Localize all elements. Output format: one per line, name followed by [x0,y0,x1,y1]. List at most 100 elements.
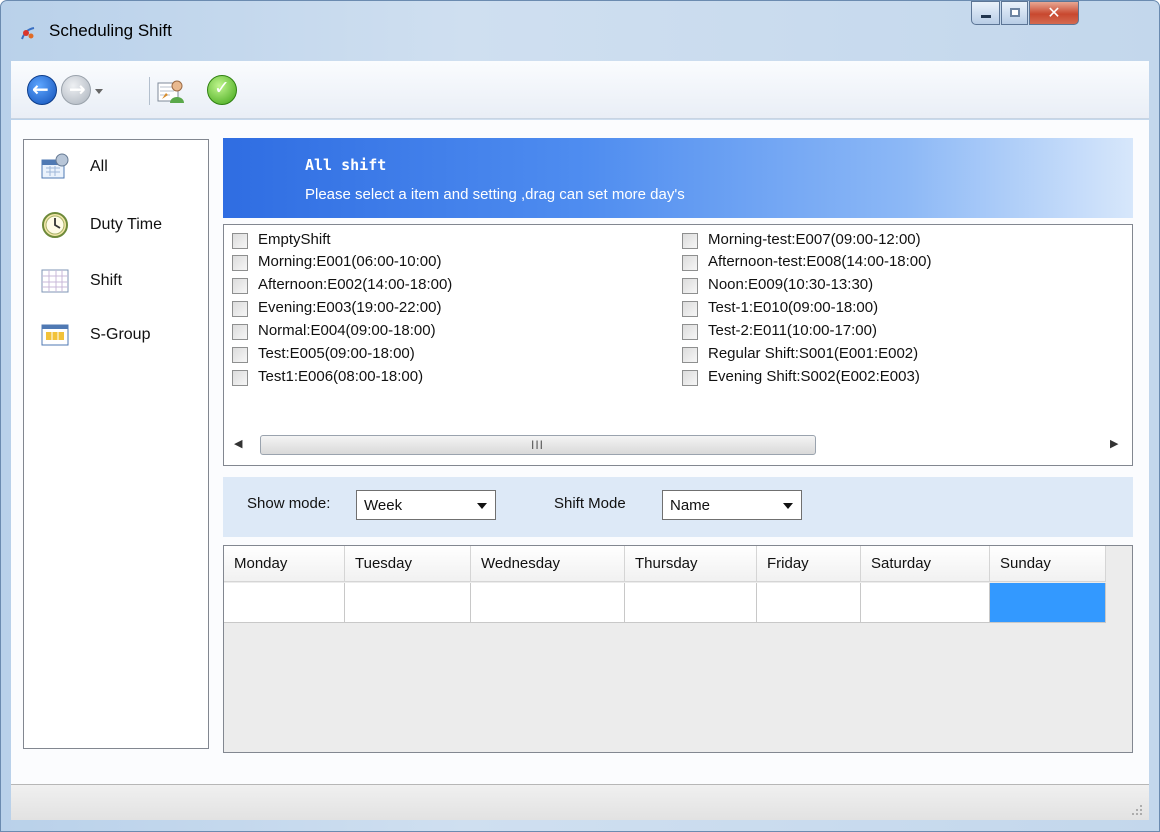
scroll-right-icon[interactable]: ▶ [1110,437,1118,450]
checkbox[interactable] [682,370,698,386]
shift-item-label: EmptyShift [258,231,331,248]
minimize-icon [981,15,991,18]
window-title: Scheduling Shift [49,21,172,40]
scrollbar-grip: III [531,438,545,452]
column-header-monday[interactable]: Monday [224,546,345,582]
window: Scheduling Shift ✕ ← → ✓ All Duty Time S… [0,0,1160,832]
column-header-sunday[interactable]: Sunday [990,546,1106,582]
scrollbar-thumb[interactable]: III [260,435,816,455]
shift-item-label: Test-2:E011(10:00-17:00) [708,322,877,339]
checkbox[interactable] [232,233,248,249]
checkbox[interactable] [232,301,248,317]
show-mode-select[interactable]: Week [356,490,496,520]
back-icon[interactable]: ← [27,75,57,105]
sidebar-item-label: Shift [90,272,123,289]
column-header-thursday[interactable]: Thursday [625,546,757,582]
checkbox[interactable] [682,278,698,294]
maximize-button[interactable] [1001,1,1028,25]
checkbox[interactable] [682,324,698,340]
column-header-label: Thursday [635,555,698,572]
sidebar-item-duty-time[interactable]: Duty Time [38,208,208,246]
shift-item-label: Afternoon-test:E008(14:00-18:00) [708,253,932,270]
column-header-label: Monday [234,555,288,572]
column-header-saturday[interactable]: Saturday [861,546,990,582]
column-header-label: Wednesday [481,555,560,572]
day-cell-wednesday[interactable] [471,583,625,623]
shift-item-label: Test:E005(09:00-18:00) [258,345,415,362]
history-dropdown-icon[interactable] [95,89,103,94]
checkbox[interactable] [682,255,698,271]
banner-title: All shift [305,156,387,174]
sidebar-item-label: Duty Time [90,216,163,233]
shift-item-label: Afternoon:E002(14:00-18:00) [258,276,453,293]
horizontal-scrollbar[interactable]: ◀ III ▶ [224,433,1132,457]
toolbar: ← → ✓ [11,61,1149,119]
checkbox[interactable] [232,370,248,386]
day-cell-thursday[interactable] [625,583,757,623]
checkbox[interactable] [682,233,698,249]
close-button[interactable]: ✕ [1029,1,1079,25]
day-cell-friday[interactable] [757,583,861,623]
shift-item-label: Morning-test:E007(09:00-12:00) [708,231,921,248]
column-header-tuesday[interactable]: Tuesday [345,546,471,582]
day-cell-saturday[interactable] [861,583,990,623]
shift-item-label: Regular Shift:S001(E001:E002) [708,345,919,362]
mode-bar: Show mode: Week Shift Mode Name [223,477,1133,537]
column-header-wednesday[interactable]: Wednesday [471,546,625,582]
day-cell-monday[interactable] [224,583,345,623]
sidebar-item-label: S-Group [90,326,151,343]
show-mode-value: Week [364,497,403,514]
title-bar[interactable]: Scheduling Shift ✕ [1,1,1159,59]
shift-mode-value: Name [670,497,711,514]
sidebar-item-shift[interactable]: Shift [38,264,208,302]
shift-item-label: Morning:E001(06:00-10:00) [258,253,442,270]
day-cell-tuesday[interactable] [345,583,471,623]
shift-grid-icon [41,269,69,293]
checkbox[interactable] [682,301,698,317]
chevron-down-icon [783,503,793,509]
checkbox[interactable] [232,255,248,271]
shift-item-label: Evening Shift:S002(E002:E003) [708,368,920,385]
week-grid: Monday Tuesday Wednesday Thursday Friday… [223,545,1133,753]
sidebar: All Duty Time Shift S-Group [23,139,209,749]
shift-item-label: Evening:E003(19:00-22:00) [258,299,442,316]
shift-mode-label: Shift Mode [554,495,626,512]
resize-grip-icon[interactable] [1131,804,1143,816]
edit-user-icon[interactable] [156,77,186,105]
banner-subtitle: Please select a item and setting ,drag c… [305,186,685,203]
show-mode-label: Show mode: [247,495,331,512]
chevron-down-icon [477,503,487,509]
shift-group-icon [41,324,69,346]
checkbox[interactable] [232,324,248,340]
sidebar-item-all[interactable]: All [38,150,208,188]
column-header-friday[interactable]: Friday [757,546,861,582]
clock-icon [42,212,68,238]
shift-item-label: Test-1:E010(09:00-18:00) [708,299,879,316]
close-icon: ✕ [1047,3,1061,22]
scroll-left-icon[interactable]: ◀ [234,437,242,450]
confirm-check-icon[interactable]: ✓ [207,75,237,105]
column-header-label: Sunday [1000,555,1051,572]
toolbar-separator [149,77,150,105]
shift-item-label: Test1:E006(08:00-18:00) [258,368,424,385]
checkbox[interactable] [682,347,698,363]
column-header-label: Tuesday [355,555,412,572]
column-header-label: Saturday [871,555,932,572]
shift-checklist: EmptyShift Morning:E001(06:00-10:00) Aft… [223,224,1133,466]
minimize-button[interactable] [971,1,1000,25]
header-banner: All shift Please select a item and setti… [223,138,1133,218]
column-header-label: Friday [767,555,809,572]
app-icon [21,27,35,40]
checkbox[interactable] [232,278,248,294]
sidebar-item-label: All [90,158,108,175]
shift-mode-select[interactable]: Name [662,490,802,520]
checkbox[interactable] [232,347,248,363]
status-bar [11,784,1149,820]
all-calendar-icon [41,153,69,179]
shift-item-label: Normal:E004(09:00-18:00) [258,322,436,339]
shift-item-label: Noon:E009(10:30-13:30) [708,276,874,293]
day-cell-sunday[interactable] [990,583,1106,623]
maximize-icon [1010,8,1020,17]
forward-icon[interactable]: → [61,75,91,105]
sidebar-item-s-group[interactable]: S-Group [38,318,208,356]
